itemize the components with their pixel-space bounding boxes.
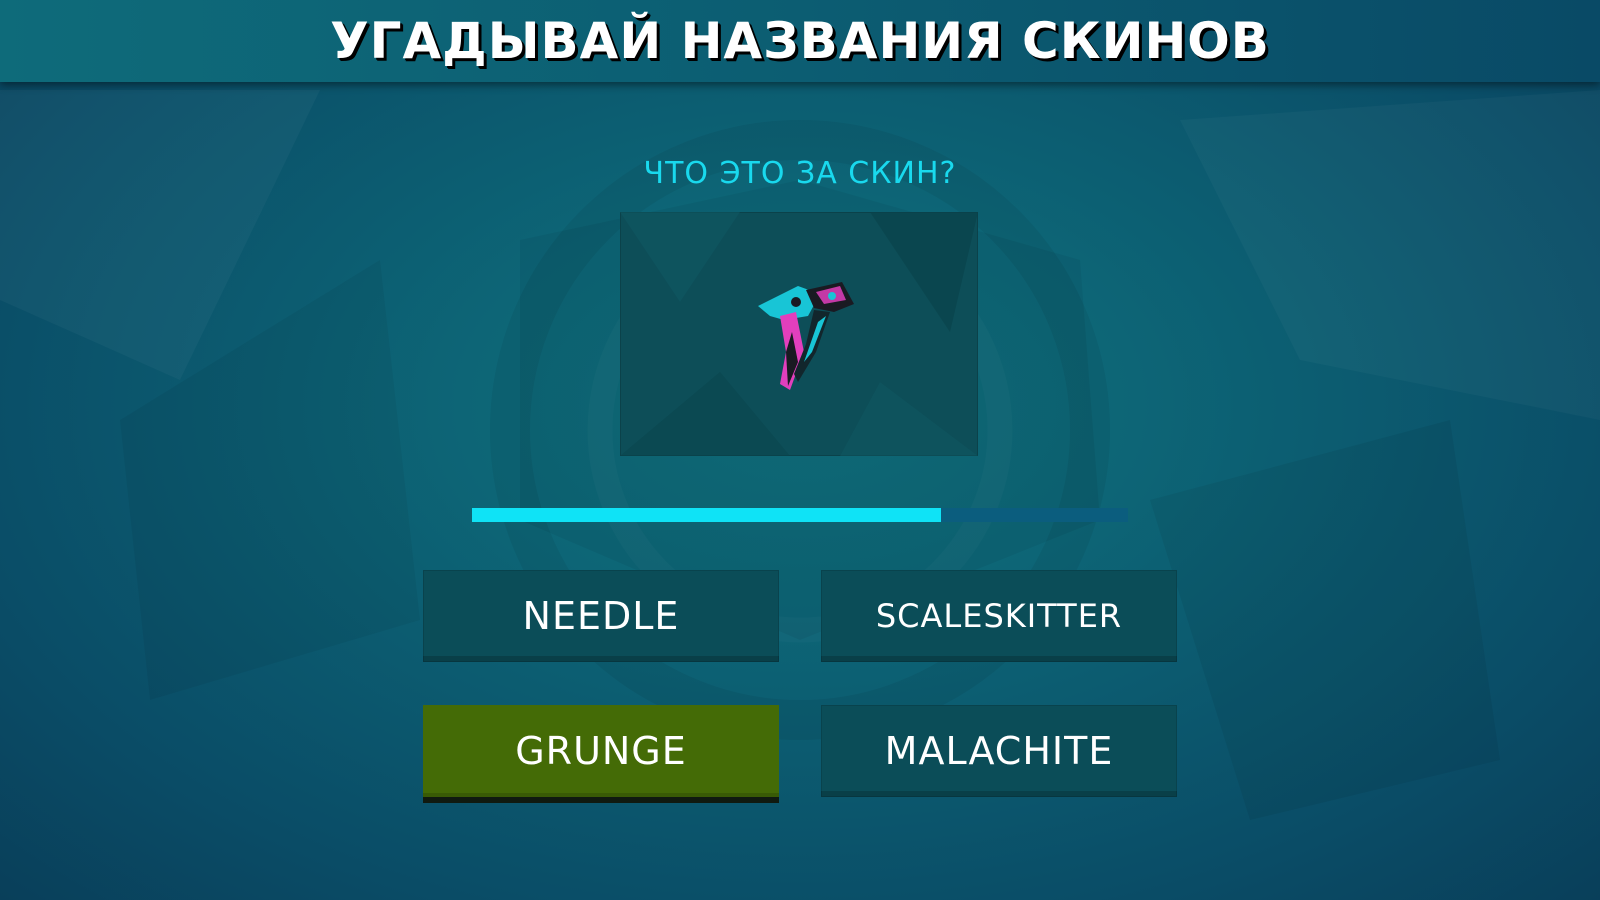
- skin-image-frame: [620, 212, 978, 456]
- answer-button-scaleskitter[interactable]: SCALESKITTER: [821, 570, 1177, 662]
- page-title: УГАДЫВАЙ НАЗВАНИЯ СКИНОВ: [330, 12, 1270, 70]
- timer-bar-fill: [472, 508, 942, 522]
- crossed-knives-icon: [620, 212, 978, 456]
- question-label: ЧТО ЭТО ЗА СКИН?: [643, 156, 957, 191]
- title-bar: УГАДЫВАЙ НАЗВАНИЯ СКИНОВ: [0, 0, 1600, 82]
- answer-button-grunge[interactable]: GRUNGE: [423, 705, 779, 797]
- answer-button-needle[interactable]: NEEDLE: [423, 570, 779, 662]
- answer-button-malachite[interactable]: MALACHITE: [821, 705, 1177, 797]
- timer-bar: [472, 508, 1128, 522]
